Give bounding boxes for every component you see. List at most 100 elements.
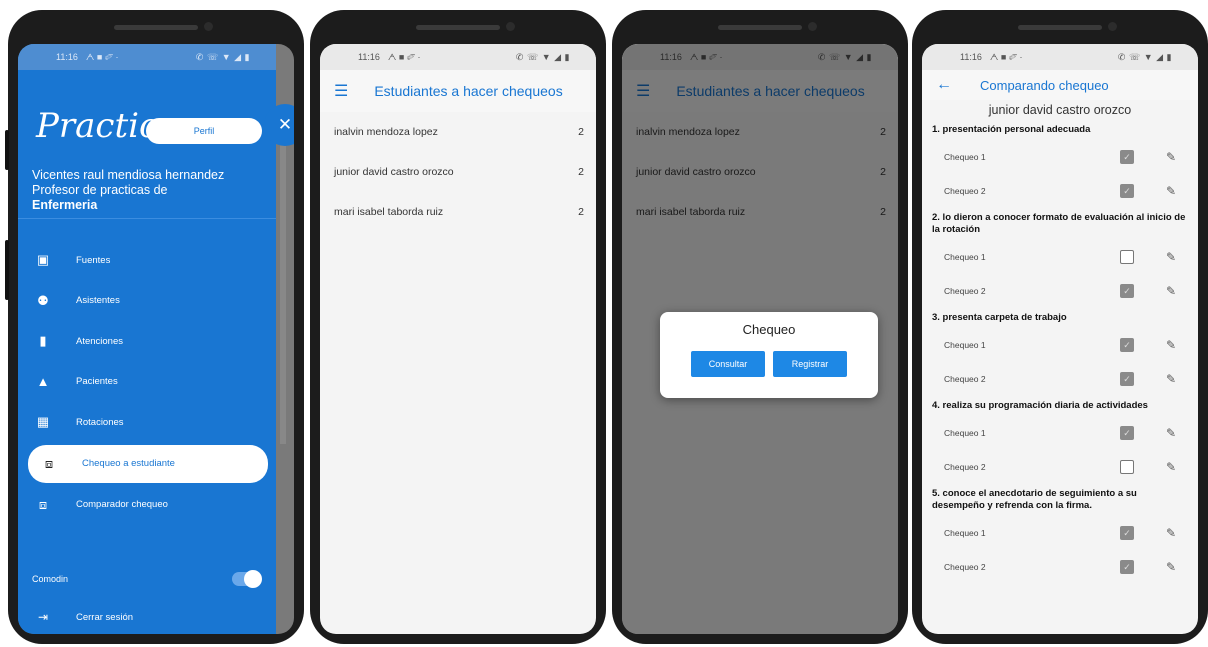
phone-frame-1: 11:16 ᗅ ■ ✐ · ✆ ☏ ▼ ◢ ▮ Practica Perfil V… <box>5 10 304 644</box>
status-bar: 11:16 ᗅ ■ ✐ · ✆ ☏ ▼ ◢ ▮ <box>18 44 276 70</box>
user-info: Vicentes raul mendiosa hernandez Profeso… <box>32 168 224 213</box>
hamburger-icon[interactable]: ☰ <box>334 81 348 101</box>
user-area: Enfermeria <box>32 198 98 212</box>
criterion-title: 1. presentación personal adecuada <box>932 124 1091 135</box>
check-label: Chequeo 1 <box>944 152 986 162</box>
edit-pencil-icon[interactable]: ✎ <box>1164 184 1178 198</box>
check-label: Chequeo 1 <box>944 428 986 438</box>
check-row: Chequeo 2 ✓ ✎ <box>932 362 1190 396</box>
menu-item-label: Fuentes <box>76 254 111 266</box>
mode-toggle[interactable] <box>232 570 262 588</box>
edit-pencil-icon[interactable]: ✎ <box>1164 372 1178 386</box>
drawer-menu: ▣ Fuentes ⚉ Asistentes ▮ Atenciones ▲ Pacien… <box>18 240 276 525</box>
checkbox-checked[interactable]: ✓ <box>1120 426 1134 440</box>
page-title: Estudiantes a hacer chequeos <box>374 83 563 99</box>
check-row: Chequeo 2 ✎ <box>932 450 1190 484</box>
criterion-title: 2. lo dieron a conocer formato de evalua… <box>932 212 1186 235</box>
camera <box>1108 22 1117 31</box>
profile-button[interactable]: Perfil <box>146 118 262 144</box>
navigation-drawer: 11:16 ᗅ ■ ✐ · ✆ ☏ ▼ ◢ ▮ Practica Perfil V… <box>18 44 276 634</box>
check-label: Chequeo 2 <box>944 186 986 196</box>
checkbox-checked[interactable]: ✓ <box>1120 284 1134 298</box>
check-label: Chequeo 1 <box>944 528 986 538</box>
status-icons: ᗅ ■ ✐ · <box>85 51 119 62</box>
logout-label: Cerrar sesión <box>76 611 134 623</box>
speaker <box>416 25 500 30</box>
screen-dialog: 11:16ᗅ ■ ✐ · ✆ ☏ ▼ ◢ ▮ ☰ Estudiantes a h… <box>622 44 898 634</box>
student-count: 2 <box>578 206 584 218</box>
logout-item[interactable]: ⇥ Cerrar sesión <box>32 610 133 624</box>
status-icons-right: ✆ ☏ ▼ ◢ ▮ <box>195 51 250 62</box>
menu-item-atenciones[interactable]: ▮ Atenciones <box>18 321 276 362</box>
student-count: 2 <box>578 126 584 138</box>
status-bar: 11:16 ᗅ ■ ✐ · ✆ ☏ ▼ ◢ ▮ <box>320 44 596 70</box>
people-icon: ⚉ <box>37 292 49 308</box>
criteria-list: 1. presentación personal adecuada Chequeo… <box>922 120 1198 584</box>
camera <box>506 22 515 31</box>
checkbox-checked[interactable]: ✓ <box>1120 526 1134 540</box>
register-button[interactable]: Registrar <box>773 351 847 377</box>
menu-item-comparador-chequeo[interactable]: ⧈ Comparador chequeo <box>18 485 276 526</box>
status-bar: 11:16 ᗅ ■ ✐ · ✆ ☏ ▼ ◢ ▮ <box>922 44 1198 70</box>
screen-drawer: 11:16 ᗅ ■ ✐ · ✆ ☏ ▼ ◢ ▮ Practica Perfil V… <box>18 44 294 634</box>
consult-button[interactable]: Consultar <box>691 351 765 377</box>
checkbox-checked[interactable]: ✓ <box>1120 560 1134 574</box>
edit-pencil-icon[interactable]: ✎ <box>1164 426 1178 440</box>
scrim <box>280 124 286 444</box>
checkbox-checked[interactable]: ✓ <box>1120 184 1134 198</box>
status-icons-right: ✆ ☏ ▼ ◢ ▮ <box>1117 51 1172 62</box>
edit-pencil-icon[interactable]: ✎ <box>1164 526 1178 540</box>
menu-item-pacientes[interactable]: ▲ Pacientes <box>18 362 276 403</box>
check-label: Chequeo 2 <box>944 374 986 384</box>
student-row[interactable]: junior david castro orozco 2 <box>320 152 596 192</box>
screen-student-list: 11:16 ᗅ ■ ✐ · ✆ ☏ ▼ ◢ ▮ ☰ Estudiantes a h… <box>320 44 596 634</box>
check-row: Chequeo 1 ✎ <box>932 240 1190 274</box>
speaker <box>718 25 802 30</box>
phone-frame-4: 11:16 ᗅ ■ ✐ · ✆ ☏ ▼ ◢ ▮ ← Comparando cheq… <box>912 10 1208 644</box>
checkbox-checked[interactable]: ✓ <box>1120 372 1134 386</box>
calendar-icon: ▣ <box>36 252 50 268</box>
side-button <box>5 130 9 170</box>
mode-label: Comodin <box>32 574 69 584</box>
check-row: Chequeo 2 ✓ ✎ <box>932 550 1190 584</box>
checklist-icon: ⧈ <box>44 455 54 471</box>
user-role: Profesor de practicas de <box>32 183 168 197</box>
dialog-title: Chequeo <box>742 322 796 337</box>
chequeo-dialog: Chequeo Consultar Registrar <box>660 312 878 398</box>
check-label: Chequeo 1 <box>944 340 986 350</box>
edit-pencil-icon[interactable]: ✎ <box>1164 284 1178 298</box>
check-row: Chequeo 1 ✓ ✎ <box>932 416 1190 450</box>
check-row: Chequeo 2 ✓ ✎ <box>932 174 1190 208</box>
checkbox-checked[interactable]: ✓ <box>1120 338 1134 352</box>
check-row: Chequeo 1 ✓ ✎ <box>932 516 1190 550</box>
check-row: Chequeo 1 ✓ ✎ <box>932 328 1190 362</box>
edit-pencil-icon[interactable]: ✎ <box>1164 250 1178 264</box>
edit-pencil-icon[interactable]: ✎ <box>1164 460 1178 474</box>
check-row: Chequeo 1 ✓ ✎ <box>932 140 1190 174</box>
checkbox-checked[interactable]: ✓ <box>1120 150 1134 164</box>
edit-pencil-icon[interactable]: ✎ <box>1164 560 1178 574</box>
check-label: Chequeo 2 <box>944 462 986 472</box>
menu-item-rotaciones[interactable]: ▦ Rotaciones <box>18 402 276 443</box>
speaker <box>1018 25 1102 30</box>
menu-item-chequeo-estudiante[interactable]: ⧈ Chequeo a estudiante <box>28 444 268 483</box>
checkbox-unchecked[interactable] <box>1120 460 1134 474</box>
status-time: 11:16 <box>358 52 380 62</box>
menu-item-asistentes[interactable]: ⚉ Asistentes <box>18 281 276 322</box>
student-row[interactable]: mari isabel taborda ruiz 2 <box>320 192 596 232</box>
menu-item-fuentes[interactable]: ▣ Fuentes <box>18 240 276 281</box>
back-arrow-icon[interactable]: ← <box>936 76 952 94</box>
status-time: 11:16 <box>960 52 982 62</box>
speaker <box>114 25 198 30</box>
edit-pencil-icon[interactable]: ✎ <box>1164 150 1178 164</box>
menu-item-label: Chequeo a estudiante <box>82 458 175 469</box>
edit-pencil-icon[interactable]: ✎ <box>1164 338 1178 352</box>
checkbox-unchecked[interactable] <box>1120 250 1134 264</box>
phone-frame-3: 11:16ᗅ ■ ✐ · ✆ ☏ ▼ ◢ ▮ ☰ Estudiantes a h… <box>612 10 908 644</box>
status-time: 11:16 <box>56 52 78 62</box>
mode-toggle-row: Comodin <box>32 570 262 588</box>
student-name: junior david castro orozco <box>988 103 1132 117</box>
student-row[interactable]: inalvin mendoza lopez 2 <box>320 112 596 152</box>
logout-icon: ⇥ <box>37 610 49 624</box>
document-icon: ▮ <box>39 333 47 349</box>
